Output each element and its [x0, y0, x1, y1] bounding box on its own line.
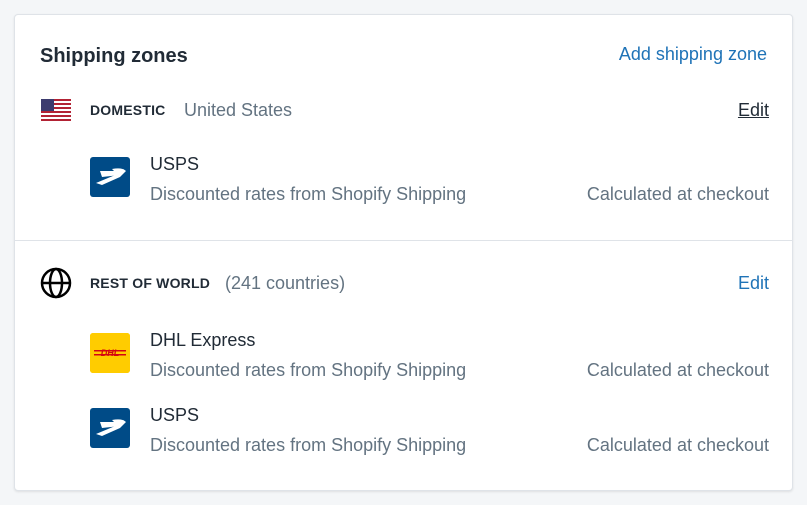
us-flag-icon: [40, 94, 72, 126]
globe-icon: [40, 267, 72, 299]
shipping-zones-card: Shipping zones Add shipping zone DOMESTI…: [14, 14, 793, 491]
carrier-name: USPS: [150, 154, 200, 174]
rate-row: USPS Discounted rates from Shopify Shipp…: [90, 405, 769, 455]
rate-price: Calculated at checkout: [586, 184, 769, 204]
edit-zone-link-domestic[interactable]: Edit: [738, 100, 769, 121]
zone-name: DOMESTIC: [90, 102, 166, 118]
rate-row: DHL DHL Express Discounted rates from Sh…: [90, 330, 769, 380]
zone-subtitle: United States: [184, 100, 293, 120]
zone-header-domestic: DOMESTIC United States Edit: [40, 94, 769, 126]
dhl-logo-icon: DHL: [90, 333, 130, 373]
rate-price: Calculated at checkout: [586, 435, 769, 455]
rate-price: Calculated at checkout: [586, 360, 769, 380]
carrier-description: Discounted rates from Shopify Shipping: [150, 435, 467, 455]
carrier-name: DHL Express: [150, 330, 256, 350]
carrier-description: Discounted rates from Shopify Shipping: [150, 360, 467, 380]
carrier-name: USPS: [150, 405, 200, 425]
zone-divider: [15, 240, 792, 241]
zone-header-rest-of-world: REST OF WORLD (241 countries) Edit: [40, 267, 769, 299]
svg-text:DHL: DHL: [101, 348, 120, 358]
card-title: Shipping zones: [40, 45, 188, 67]
carrier-description: Discounted rates from Shopify Shipping: [150, 184, 467, 204]
usps-logo-icon: [90, 408, 130, 448]
zone-name: REST OF WORLD: [90, 275, 211, 291]
usps-logo-icon: [90, 157, 130, 197]
rate-row: USPS Discounted rates from Shopify Shipp…: [90, 154, 769, 204]
edit-zone-link-rest-of-world[interactable]: Edit: [738, 273, 769, 294]
zone-subtitle: (241 countries): [225, 273, 346, 293]
add-shipping-zone-link[interactable]: Add shipping zone: [619, 44, 767, 65]
